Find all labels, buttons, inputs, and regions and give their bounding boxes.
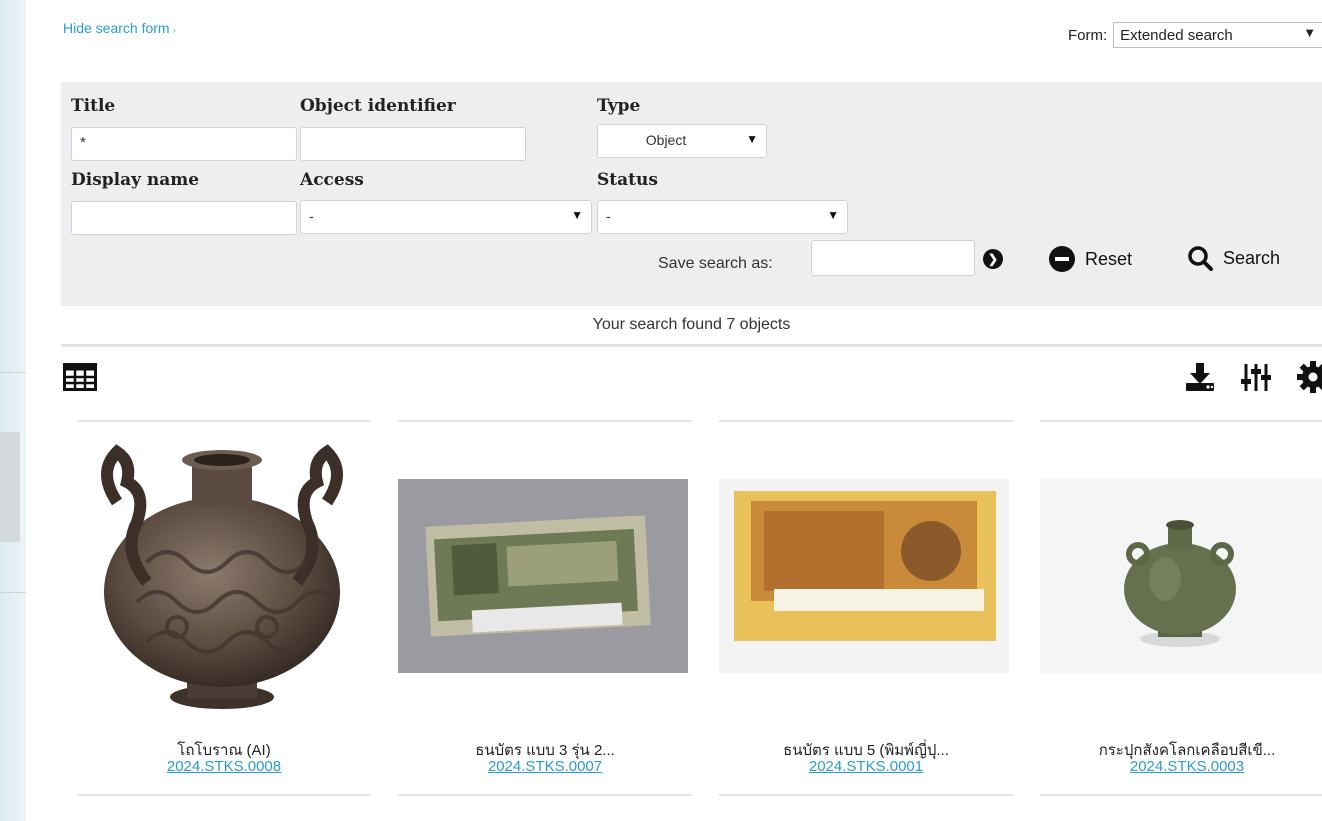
card-divider [1040, 794, 1322, 796]
result-card[interactable]: โถโบราณ (AI) 2024.STKS.0008 [77, 420, 371, 796]
sidebar-divider [0, 592, 26, 593]
card-divider [719, 794, 1013, 796]
status-dropdown[interactable]: - ▼ [597, 200, 848, 234]
card-divider [398, 794, 692, 796]
form-selector: Form: Extended search ▼ [1068, 22, 1322, 48]
results-toolbar [1160, 360, 1322, 399]
chevron-right-icon: › [172, 25, 176, 36]
title-input[interactable]: * [71, 127, 297, 161]
object-identifier-input[interactable] [300, 127, 526, 161]
result-identifier-link[interactable]: 2024.STKS.0007 [398, 758, 692, 775]
results-divider [61, 344, 1322, 347]
result-card[interactable]: กระปุกสังคโลกเคลือบสีเขี... 2024.STKS.00… [1040, 420, 1322, 796]
object-identifier-label: Object identifier [300, 96, 456, 116]
banknote-green-image[interactable] [398, 479, 688, 673]
form-selector-label: Form: [1068, 26, 1108, 44]
sliders-icon[interactable] [1240, 361, 1272, 398]
status-dropdown-value: - [606, 208, 611, 224]
hide-search-form-label: Hide search form [63, 20, 170, 36]
access-label: Access [300, 170, 364, 190]
search-form-panel: Title * Object identifier Type Object ▼ … [61, 82, 1322, 306]
result-card[interactable]: ธนบัตร แบบ 5 (พิมพ์ญี่ปุ... 2024.STKS.00… [719, 420, 1013, 796]
type-dropdown[interactable]: Object ▼ [597, 124, 767, 158]
result-identifier-link[interactable]: 2024.STKS.0008 [77, 758, 371, 775]
result-identifier-link[interactable]: 2024.STKS.0001 [719, 758, 1013, 775]
search-button-label: Search [1223, 247, 1281, 268]
save-search-go-icon[interactable]: ❯ [983, 249, 1003, 269]
display-name-input[interactable] [71, 201, 297, 235]
save-search-label: Save search as: [658, 255, 773, 272]
type-dropdown-value: Object [645, 132, 687, 148]
sidebar-tab [0, 432, 20, 542]
reset-button-label: Reset [1085, 248, 1133, 269]
caret-down-icon: ▼ [746, 132, 758, 146]
gear-icon[interactable] [1296, 360, 1322, 399]
form-select-value: Extended search [1120, 26, 1233, 44]
banknote-orange-image[interactable] [719, 479, 1009, 673]
title-label: Title [71, 96, 116, 116]
sidebar-divider [0, 372, 26, 373]
table-view-icon[interactable] [63, 363, 97, 396]
search-icon [1188, 246, 1213, 271]
display-name-label: Display name [71, 170, 200, 190]
save-search-input[interactable] [811, 240, 975, 276]
caret-down-icon: ▼ [1303, 25, 1317, 40]
type-label: Type [597, 96, 641, 116]
reset-button[interactable]: Reset [1049, 246, 1132, 272]
caret-down-icon: ▼ [571, 208, 583, 222]
result-identifier-link[interactable]: 2024.STKS.0003 [1040, 758, 1322, 775]
hide-search-form-link[interactable]: Hide search form › [63, 20, 176, 36]
minus-circle-icon [1049, 246, 1075, 272]
access-dropdown-value: - [309, 208, 314, 224]
results-summary: Your search found 7 objects [592, 316, 791, 333]
status-label: Status [597, 170, 658, 190]
celadon-jar-image[interactable] [1040, 479, 1322, 673]
caret-down-icon: ▼ [827, 208, 839, 222]
left-sidebar [0, 0, 26, 821]
access-dropdown[interactable]: - ▼ [300, 200, 592, 234]
form-select-dropdown[interactable]: Extended search ▼ [1113, 22, 1322, 48]
dragon-vase-image[interactable] [77, 432, 367, 724]
card-divider [77, 794, 371, 796]
search-button[interactable]: Search [1187, 245, 1280, 271]
result-card[interactable]: ธนบัตร แบบ 3 รุ่น 2... 2024.STKS.0007 [398, 420, 692, 796]
download-icon[interactable] [1184, 361, 1216, 398]
